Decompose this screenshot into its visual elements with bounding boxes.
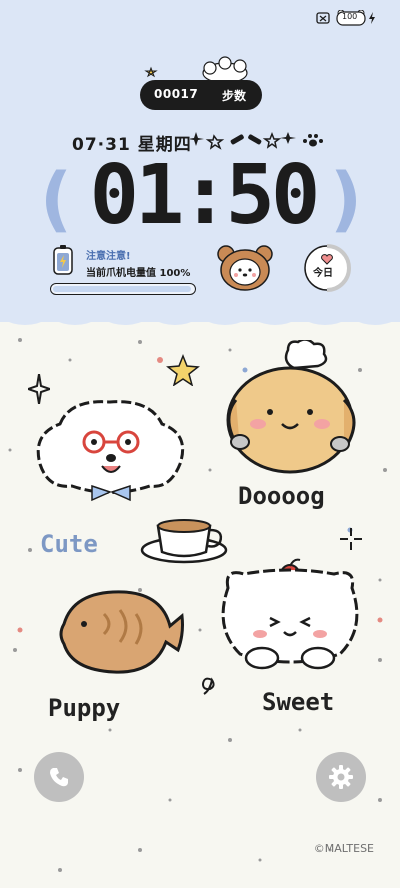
maltese-dog-sticker [36,400,185,502]
steps-widget[interactable]: 00017 步数 [140,80,262,110]
cherry-bear-sticker [221,558,359,670]
gear-icon [329,765,353,789]
battery-bear-icon: 100 [336,9,366,26]
star-icon [166,354,200,386]
doodle-decoration [190,131,323,150]
phone-shortcut-button[interactable] [34,752,84,802]
author-credit: ©MALTESE [313,842,374,855]
battery-level: 100 [342,12,358,21]
clock-time: 01:50 [89,148,321,243]
bear-avatar[interactable] [216,242,274,292]
clock-left-paren: ( [40,158,72,240]
chef-dog-sticker [226,340,356,474]
taiyaki-sticker [59,590,184,674]
battery-widget-status: 当前爪机电量值 100% [86,268,191,279]
steps-count: 00017 [154,87,199,101]
battery-widget-icon [53,245,73,275]
sticker-word-puppy: Puppy [48,694,121,722]
sticker-word-cute: Cute [40,530,98,558]
plus-sparkle-icon [340,528,362,550]
status-bar: 100 [316,9,380,28]
mute-icon [316,12,330,24]
scallop-edge [0,300,400,325]
battery-progress-fill [53,286,191,292]
clock-right-paren: ) [330,158,362,240]
today-label: 今日 [313,268,333,279]
sticker-word-sweet: Sweet [262,688,335,716]
battery-widget-title: 注意注意! [86,251,131,262]
steps-label: 步数 [222,89,247,103]
battery-progress-bar [50,283,196,295]
charging-bolt-icon [369,12,375,24]
phone-icon [50,768,68,787]
sticker-word-dog: Doooog [238,482,325,510]
settings-shortcut-button[interactable] [316,752,366,802]
